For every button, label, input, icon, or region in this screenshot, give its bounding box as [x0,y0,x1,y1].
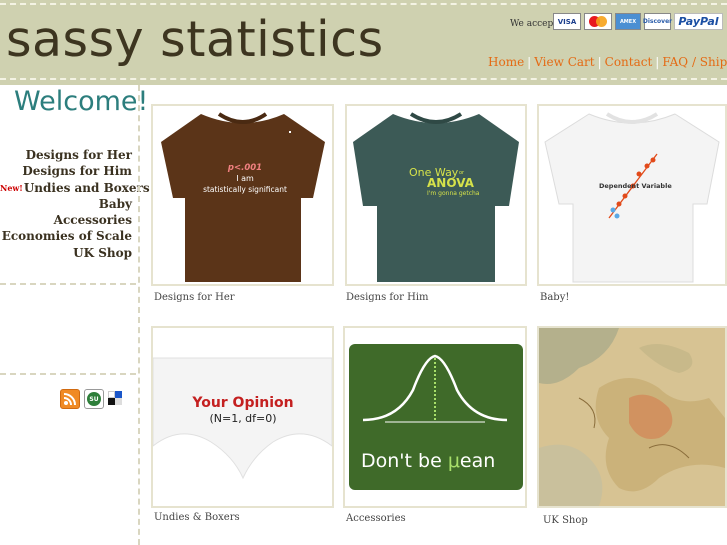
product-caption[interactable]: Baby! [540,292,569,303]
nav-faq-shipping-link[interactable]: FAQ / Shipping [662,55,727,69]
sidebar-vertical-divider [138,85,140,545]
product-caption[interactable]: Designs for Him [346,292,429,303]
nav-separator: | [597,55,602,69]
shirt-text: Dependent Variable [599,182,672,190]
green-bell-curve-image: Don't be μean [349,344,523,490]
shirt-text: Don't be μean [361,450,495,472]
product-tile-uk-shop[interactable] [537,326,727,508]
nav-separator: | [527,55,532,69]
sidebar-item-undies-and-boxers[interactable]: New!Undies and Boxers [0,180,150,196]
rss-icon[interactable] [60,389,80,409]
delicious-icon[interactable] [108,391,122,405]
shirt-text: I'm gonna getcha [427,190,480,197]
product-caption[interactable]: Undies & Boxers [154,512,240,523]
we-accept-label: We accept [510,19,557,29]
header-top-dashed-border [0,3,727,5]
shirt-text: (N=1, df=0) [209,412,276,425]
teal-tshirt-image: One Way or ANOVA I'm gonna getcha [353,112,519,282]
nav-home-link[interactable]: Home [488,55,524,69]
product-caption[interactable]: UK Shop [543,515,588,526]
brown-tshirt-image: p<.001 I am statistically significant [161,112,325,282]
new-badge: New! [0,182,23,193]
stumbleupon-icon[interactable]: SU [84,389,104,409]
site-header: sassy statistics We accept VISA AMEX Dis… [0,0,727,85]
antique-map-image [539,328,725,506]
sidebar-divider [0,373,136,375]
sidebar-item-uk-shop[interactable]: UK Shop [0,245,132,261]
social-icons: SU [60,389,122,409]
shirt-text: Your Opinion [191,395,293,411]
visa-logo: VISA [553,13,581,30]
top-nav: Home | View Cart | Contact | FAQ / Shipp… [488,55,727,69]
sidebar-item-baby[interactable]: Baby [0,196,132,212]
sidebar-nav: Designs for Her Designs for Him New!Undi… [0,147,150,261]
shirt-text: I am [236,174,254,183]
payment-methods: VISA AMEX Discover PayPal [553,13,723,30]
sidebar-divider [0,283,136,285]
header-bottom-dashed-border [0,78,727,80]
product-caption[interactable]: Accessories [346,513,406,524]
white-tshirt-image: Dependent Variable [544,112,720,283]
product-tile-designs-for-him[interactable]: One Way or ANOVA I'm gonna getcha [345,104,527,286]
product-tile-designs-for-her[interactable]: p<.001 I am statistically significant [151,104,334,286]
nav-view-cart-link[interactable]: View Cart [534,55,594,69]
sidebar-item-label: Undies and Boxers [23,180,150,195]
sidebar-item-designs-for-her[interactable]: Designs for Her [0,147,132,163]
amex-logo: AMEX [615,13,641,30]
product-tile-accessories[interactable]: Don't be μean [343,326,527,508]
discover-logo: Discover [643,13,672,30]
nav-separator: | [655,55,660,69]
white-undies-image: Your Opinion (N=1, df=0) [153,357,332,480]
sidebar-item-economies-of-scale[interactable]: Economies of Scale [0,228,132,244]
nav-contact-link[interactable]: Contact [605,55,653,69]
product-caption[interactable]: Designs for Her [154,292,235,303]
shirt-text: statistically significant [203,185,287,194]
product-tile-baby[interactable]: Dependent Variable [537,104,727,286]
sidebar-item-accessories[interactable]: Accessories [0,212,132,228]
shirt-text: p<.001 [227,163,262,173]
sidebar-item-designs-for-him[interactable]: Designs for Him [0,163,132,179]
product-tile-undies-and-boxers[interactable]: Your Opinion (N=1, df=0) [151,326,334,508]
site-title[interactable]: sassy statistics [6,10,384,70]
shirt-text: ANOVA [427,176,475,190]
mastercard-logo [584,13,612,30]
paypal-logo: PayPal [674,13,723,30]
welcome-heading: Welcome! [14,86,149,117]
